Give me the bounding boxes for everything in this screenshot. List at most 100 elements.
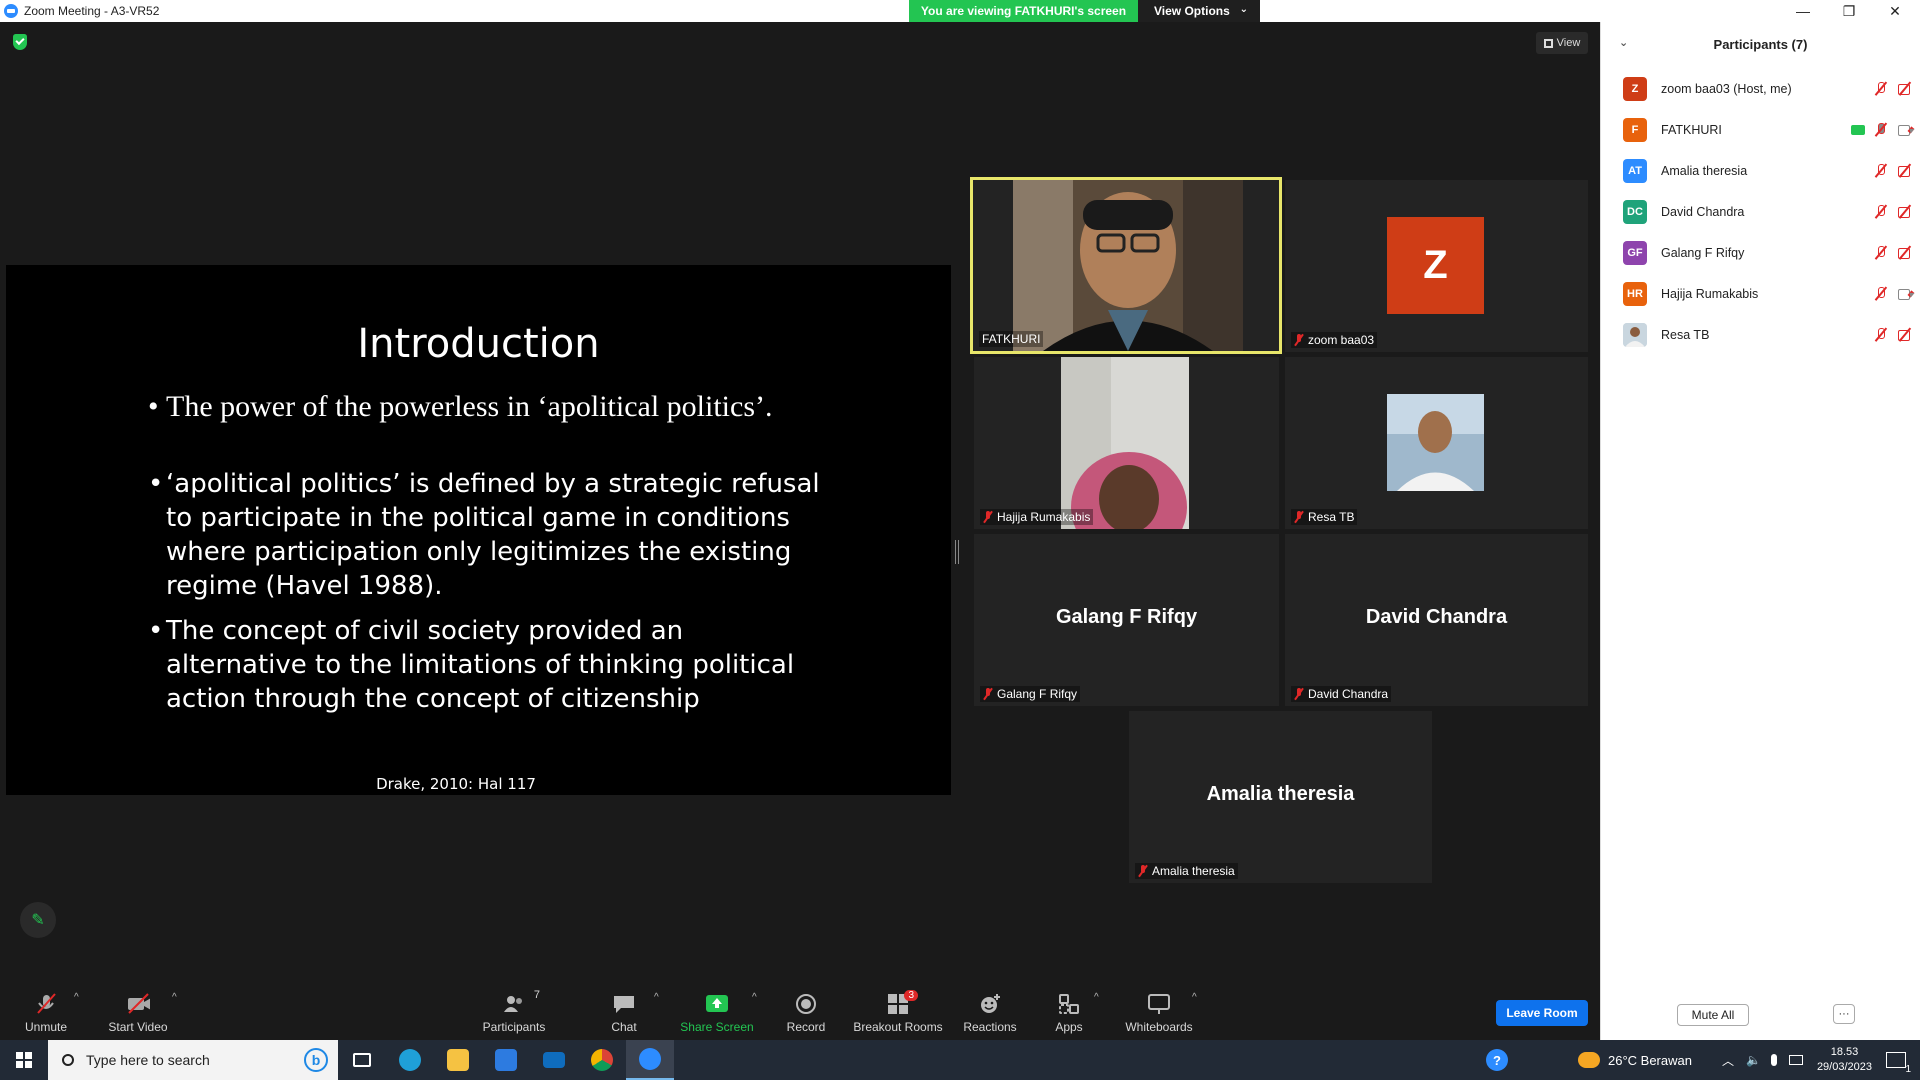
avatar bbox=[1623, 323, 1647, 347]
whiteboard-options-caret[interactable]: ^ bbox=[1192, 992, 1197, 1003]
tile-display-name: Galang F Rifqy bbox=[1055, 606, 1198, 628]
video-tile-zoom-baa03[interactable]: Z zoom baa03 bbox=[1285, 180, 1588, 352]
more-options-button[interactable]: ··· bbox=[1833, 1004, 1855, 1024]
tile-display-name: David Chandra bbox=[1365, 606, 1508, 628]
resize-handle[interactable] bbox=[955, 540, 959, 564]
video-tile-hajija[interactable]: Hajija Rumakabis bbox=[974, 357, 1279, 529]
clock[interactable]: 18.53 29/03/2023 bbox=[1817, 1045, 1872, 1075]
participant-name: David Chandra bbox=[1661, 205, 1745, 219]
breakout-badge: 3 bbox=[904, 990, 918, 1001]
chevron-up-icon[interactable]: ︿ bbox=[1722, 1052, 1734, 1069]
taskbar-app-mail[interactable] bbox=[530, 1040, 578, 1080]
participants-label: Participants bbox=[482, 1020, 546, 1034]
mic-muted-icon[interactable] bbox=[1873, 328, 1889, 342]
mic-on-icon[interactable] bbox=[1873, 123, 1889, 137]
participant-row[interactable]: AT Amalia theresia bbox=[1623, 156, 1913, 186]
chat-label: Chat bbox=[611, 1020, 637, 1034]
bing-icon[interactable]: b bbox=[304, 1048, 328, 1072]
taskbar-search-box[interactable]: Type here to search b bbox=[48, 1040, 338, 1080]
grid-icon bbox=[1543, 38, 1553, 48]
video-off-icon bbox=[1897, 246, 1913, 260]
annotate-pen-icon[interactable]: ✎ bbox=[20, 902, 56, 938]
view-options-button[interactable]: View Options ⌄ bbox=[1138, 0, 1260, 22]
participant-row[interactable]: GF Galang F Rifqy bbox=[1623, 238, 1913, 268]
chevron-down-icon[interactable]: ⌄ bbox=[1619, 36, 1628, 49]
avatar: DC bbox=[1623, 200, 1647, 224]
mic-muted-icon[interactable] bbox=[1873, 82, 1889, 96]
task-view-icon bbox=[353, 1053, 371, 1067]
participant-name: Hajija Rumakabis bbox=[1661, 287, 1759, 301]
video-off-icon bbox=[1897, 205, 1913, 219]
participant-row[interactable]: Z zoom baa03 (Host, me) bbox=[1623, 74, 1913, 104]
whiteboards-button[interactable]: Whiteboards bbox=[1124, 982, 1194, 1040]
mic-muted-icon[interactable] bbox=[1873, 164, 1889, 178]
avatar: F bbox=[1623, 118, 1647, 142]
participant-name: Amalia theresia bbox=[1661, 164, 1748, 178]
start-button[interactable] bbox=[0, 1040, 48, 1080]
help-icon[interactable]: ? bbox=[1486, 1049, 1508, 1071]
view-button[interactable]: View bbox=[1536, 32, 1588, 54]
video-tile-resa[interactable]: Resa TB bbox=[1285, 357, 1588, 529]
participants-button[interactable]: 7 Participants bbox=[478, 982, 550, 1040]
task-view-button[interactable] bbox=[338, 1040, 386, 1080]
video-tile-galang[interactable]: Galang F Rifqy Galang F Rifqy bbox=[974, 534, 1279, 706]
volume-icon[interactable]: 🔈 bbox=[1746, 1053, 1761, 1067]
clock-time: 18.53 bbox=[1830, 1046, 1859, 1058]
notifications-icon[interactable]: 1 bbox=[1886, 1052, 1911, 1075]
start-video-button[interactable]: Start Video bbox=[106, 982, 170, 1040]
search-placeholder: Type here to search bbox=[86, 1052, 210, 1068]
leave-room-button[interactable]: Leave Room bbox=[1496, 1000, 1588, 1026]
start-video-label: Start Video bbox=[108, 1020, 168, 1034]
reactions-button[interactable]: Reactions bbox=[962, 982, 1018, 1040]
reactions-smiley-icon bbox=[978, 993, 1002, 1015]
zoom-icon bbox=[639, 1048, 661, 1070]
whiteboards-label: Whiteboards bbox=[1125, 1020, 1193, 1034]
microphone-icon[interactable] bbox=[1770, 1054, 1777, 1066]
chat-options-caret[interactable]: ^ bbox=[654, 992, 659, 1003]
mute-all-button[interactable]: Mute All bbox=[1677, 1004, 1749, 1026]
video-tile-amalia[interactable]: Amalia theresia Amalia theresia bbox=[1129, 711, 1432, 883]
mic-muted-icon[interactable] bbox=[1873, 246, 1889, 260]
tile-name-label: Amalia theresia bbox=[1135, 863, 1238, 879]
security-shield-icon[interactable] bbox=[13, 34, 27, 50]
video-tile-david[interactable]: David Chandra David Chandra bbox=[1285, 534, 1588, 706]
meeting-stage: View Introduction The power of the power… bbox=[0, 22, 1600, 982]
share-screen-label: Share Screen bbox=[680, 1020, 754, 1034]
mic-muted-icon[interactable] bbox=[1873, 287, 1889, 301]
taskbar-app-zoom[interactable] bbox=[626, 1040, 674, 1080]
share-screen-button[interactable]: Share Screen bbox=[680, 982, 754, 1040]
apps-options-caret[interactable]: ^ bbox=[1094, 992, 1099, 1003]
weather-text[interactable]: 26°C Berawan bbox=[1608, 1053, 1692, 1068]
tile-name-label: FATKHURI bbox=[979, 331, 1044, 347]
weather-cloud-icon bbox=[1578, 1052, 1600, 1068]
share-options-caret[interactable]: ^ bbox=[752, 992, 757, 1003]
mic-muted-icon[interactable] bbox=[1873, 205, 1889, 219]
minimize-button[interactable]: — bbox=[1780, 0, 1826, 22]
store-icon bbox=[495, 1049, 517, 1071]
avatar: Z bbox=[1387, 217, 1484, 314]
taskbar-app-store[interactable] bbox=[482, 1040, 530, 1080]
zoom-logo-icon bbox=[4, 4, 18, 18]
chat-button[interactable]: Chat bbox=[604, 982, 644, 1040]
apps-button[interactable]: Apps bbox=[1052, 982, 1086, 1040]
audio-options-caret[interactable]: ^ bbox=[74, 992, 79, 1003]
video-options-caret[interactable]: ^ bbox=[172, 992, 177, 1003]
record-label: Record bbox=[786, 1020, 826, 1034]
taskbar-app-edge[interactable] bbox=[386, 1040, 434, 1080]
close-button[interactable]: ✕ bbox=[1872, 0, 1918, 22]
participant-row[interactable]: HR Hajija Rumakabis bbox=[1623, 279, 1913, 309]
unmute-button[interactable]: Unmute bbox=[18, 982, 74, 1040]
participants-icon: 7 bbox=[502, 989, 540, 1015]
participant-row[interactable]: DC David Chandra bbox=[1623, 197, 1913, 227]
network-icon[interactable] bbox=[1788, 1055, 1803, 1065]
viewing-banner: You are viewing FATKHURI's screen bbox=[909, 0, 1138, 22]
video-tile-fatkhuri[interactable]: FATKHURI bbox=[970, 177, 1282, 354]
record-button[interactable]: Record bbox=[786, 982, 826, 1040]
taskbar-app-explorer[interactable] bbox=[434, 1040, 482, 1080]
restore-button[interactable]: ❐ bbox=[1826, 0, 1872, 22]
windows-logo-icon bbox=[16, 1052, 32, 1068]
taskbar-app-chrome[interactable] bbox=[578, 1040, 626, 1080]
participant-row[interactable]: F FATKHURI bbox=[1623, 115, 1913, 145]
participant-row[interactable]: Resa TB bbox=[1623, 320, 1913, 350]
breakout-rooms-button[interactable]: 3 Breakout Rooms bbox=[852, 982, 944, 1040]
